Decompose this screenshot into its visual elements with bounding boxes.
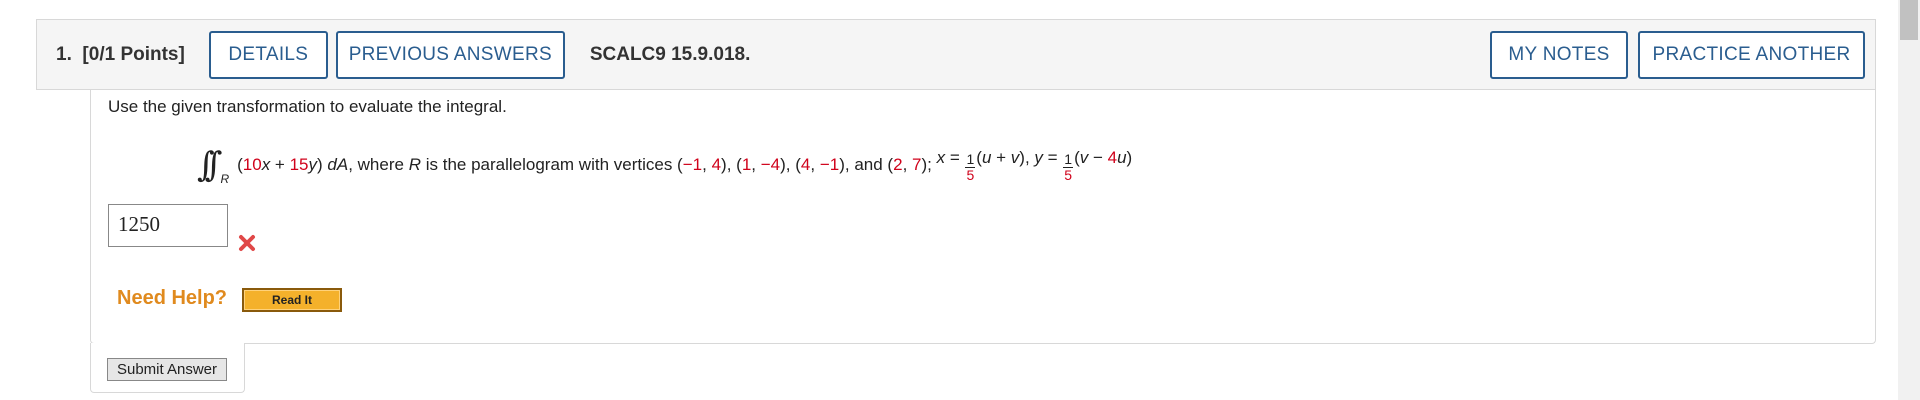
previous-answers-button[interactable]: PREVIOUS ANSWERS [335,30,565,79]
integral-region: R [220,172,230,186]
scrollbar[interactable] [1898,0,1920,400]
submit-answer-button[interactable]: Submit Answer [107,358,227,381]
details-button[interactable]: DETAILS [208,30,328,79]
practice-another-button[interactable]: PRACTICE ANOTHER [1638,30,1865,79]
question-header: 1. [0/1 Points] DETAILS PREVIOUS ANSWERS… [36,19,1876,90]
question-prompt: Use the given transformation to evaluate… [108,97,507,116]
scrollbar-thumb[interactable] [1900,0,1918,40]
question-reference: SCALC9 15.9.018. [589,43,751,65]
question-points: 1. [0/1 Points] [56,43,185,65]
fraction-y: 15 [1063,151,1074,183]
page: 1. [0/1 Points] DETAILS PREVIOUS ANSWERS… [0,0,1920,400]
integral-expression: ∫∫ R (10x + 15y) dA, where R is the para… [197,140,1132,190]
integrand: (10x + 15y) dA, [237,155,353,174]
read-it-button[interactable]: Read It [242,288,342,312]
need-help-label: Need Help? [117,287,228,309]
my-notes-button[interactable]: MY NOTES [1490,30,1628,79]
incorrect-x-icon [239,235,255,251]
answer-input[interactable]: 1250 [108,204,228,247]
question-body [90,90,1876,344]
vertex-description: where R is the parallelogram with vertic… [357,155,937,174]
transformation-x: x = 1 5 (u + v), [936,148,1035,183]
fraction-x: 15 [965,151,976,183]
transformation-y: y = 1 5 (v − 4u) [1034,148,1133,183]
double-integral-symbol: ∫∫ [197,145,223,185]
